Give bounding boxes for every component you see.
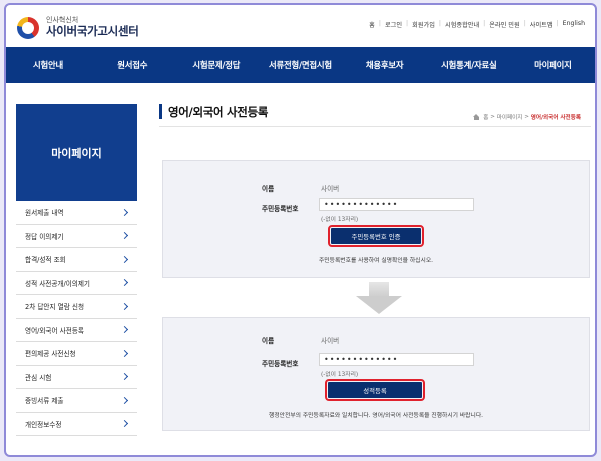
sidebar-item-documents[interactable]: 증빙서류 제출 xyxy=(16,389,137,413)
title-divider xyxy=(159,126,591,127)
name-label: 이름 xyxy=(262,337,275,345)
site-logo[interactable]: 인사혁신처 사이버국가고시센터 xyxy=(16,14,139,40)
util-link-sitemap[interactable]: 사이트맵 xyxy=(530,20,553,29)
sidebar-title: 마이페이지 xyxy=(16,104,137,201)
chevron-right-icon xyxy=(120,208,129,216)
rrn-input[interactable]: ••••••••••••• xyxy=(319,353,474,366)
nav-questions-answers[interactable]: 시험문제/정답 xyxy=(174,47,258,83)
rrn-input[interactable]: ••••••••••••• xyxy=(319,198,474,211)
logo-site-name: 사이버국가고시센터 xyxy=(46,23,139,38)
identity-verification-panel: 이름 사이버 주민등록번호 ••••••••••••• (-없이 13자리) 주… xyxy=(162,160,590,278)
chevron-right-icon xyxy=(120,302,129,310)
verification-note: 주민등록번호를 사용하여 실명확인을 하십시오. xyxy=(318,258,434,264)
logo-ministry: 인사혁신처 xyxy=(46,15,79,24)
util-link-exam-guide[interactable]: 시험종합안내 xyxy=(445,20,479,29)
breadcrumb-current: 영어/외국어 사전등록 xyxy=(530,115,581,121)
util-link-login[interactable]: 로그인 xyxy=(385,20,402,29)
util-link-signup[interactable]: 회원가입 xyxy=(412,20,435,29)
nav-document-interview[interactable]: 서류전형/면접시험 xyxy=(258,47,342,83)
name-value: 사이버 xyxy=(321,185,340,193)
nav-mypage[interactable]: 마이페이지 xyxy=(511,47,595,83)
chevron-right-icon xyxy=(120,349,129,357)
chevron-right-icon xyxy=(120,373,129,381)
home-icon[interactable] xyxy=(473,114,480,120)
util-link-home[interactable]: 홈 xyxy=(369,20,375,29)
chevron-right-icon xyxy=(120,396,129,404)
sidebar-item-applications[interactable]: 원서제출 내역 xyxy=(16,201,137,225)
util-link-online-civil[interactable]: 온라인 민원 xyxy=(489,20,519,29)
sidebar-item-profile[interactable]: 개인정보수정 xyxy=(16,412,137,436)
sidebar-item-interest-exams[interactable]: 관심 시험 xyxy=(16,365,137,389)
chevron-right-icon xyxy=(120,232,129,240)
nav-exam-info[interactable]: 시험안내 xyxy=(6,47,90,83)
down-arrow-icon xyxy=(356,282,402,314)
sidebar-item-language-registration[interactable]: 영어/외국어 사전등록 xyxy=(16,318,137,342)
rrn-hint: (-없이 13자리) xyxy=(321,217,359,223)
name-value: 사이버 xyxy=(321,337,340,345)
nav-statistics[interactable]: 시험통계/자료실 xyxy=(427,47,511,83)
utility-links: 홈 | 로그인 | 회원가입 | 시험종합안내 | 온라인 민원 | 사이트맵 | Engl… xyxy=(369,20,585,29)
registration-note: 행정안전부의 주민등록자료와 일치합니다. 영어/외국어 사전등록을 진행하시기… xyxy=(268,413,484,419)
rrn-label: 주민등록번호 xyxy=(262,360,299,368)
name-label: 이름 xyxy=(262,185,275,193)
sidebar-item-convenience[interactable]: 편의제공 사전신청 xyxy=(16,342,137,366)
breadcrumb: 홈 > 마이페이지 > 영어/외국어 사전등록 xyxy=(473,113,581,121)
sidebar-item-score-preview[interactable]: 성적 사전공개/이의제기 xyxy=(16,271,137,295)
chevron-right-icon xyxy=(120,255,129,263)
nav-candidates[interactable]: 채용후보자 xyxy=(343,47,427,83)
score-registration-panel: 이름 사이버 주민등록번호 ••••••••••••• (-없이 13자리) 성… xyxy=(162,317,590,431)
util-link-english[interactable]: English xyxy=(563,20,585,29)
score-register-button[interactable]: 성적등록 xyxy=(325,379,425,401)
government-emblem-icon xyxy=(16,14,42,40)
chevron-right-icon xyxy=(120,279,129,287)
chevron-right-icon xyxy=(120,420,129,428)
rrn-hint: (-없이 13자리) xyxy=(321,372,359,378)
title-accent xyxy=(159,104,162,119)
nav-application[interactable]: 원서접수 xyxy=(90,47,174,83)
main-navigation: 시험안내 원서접수 시험문제/정답 서류전형/면접시험 채용후보자 시험통계/자… xyxy=(6,47,595,83)
sidebar-item-answer-objection[interactable]: 정답 이의제기 xyxy=(16,224,137,248)
rrn-verify-button[interactable]: 주민등록번호 인증 xyxy=(328,225,424,247)
breadcrumb-mypage[interactable]: 마이페이지 xyxy=(497,113,523,121)
browser-frame: 인사혁신처 사이버국가고시센터 홈 | 로그인 | 회원가입 | 시험종합안내 | 온라… xyxy=(4,3,597,457)
rrn-label: 주민등록번호 xyxy=(262,205,299,213)
chevron-right-icon xyxy=(120,326,129,334)
sidebar-item-answer-sheet[interactable]: 2차 답안지 열람 신청 xyxy=(16,295,137,319)
sidebar-item-results[interactable]: 합격/성적 조회 xyxy=(16,248,137,272)
page-title: 영어/외국어 사전등록 xyxy=(168,105,269,119)
sidebar: 마이페이지 원서제출 내역 정답 이의제기 합격/성적 조회 성적 사전공개/이… xyxy=(16,104,137,436)
